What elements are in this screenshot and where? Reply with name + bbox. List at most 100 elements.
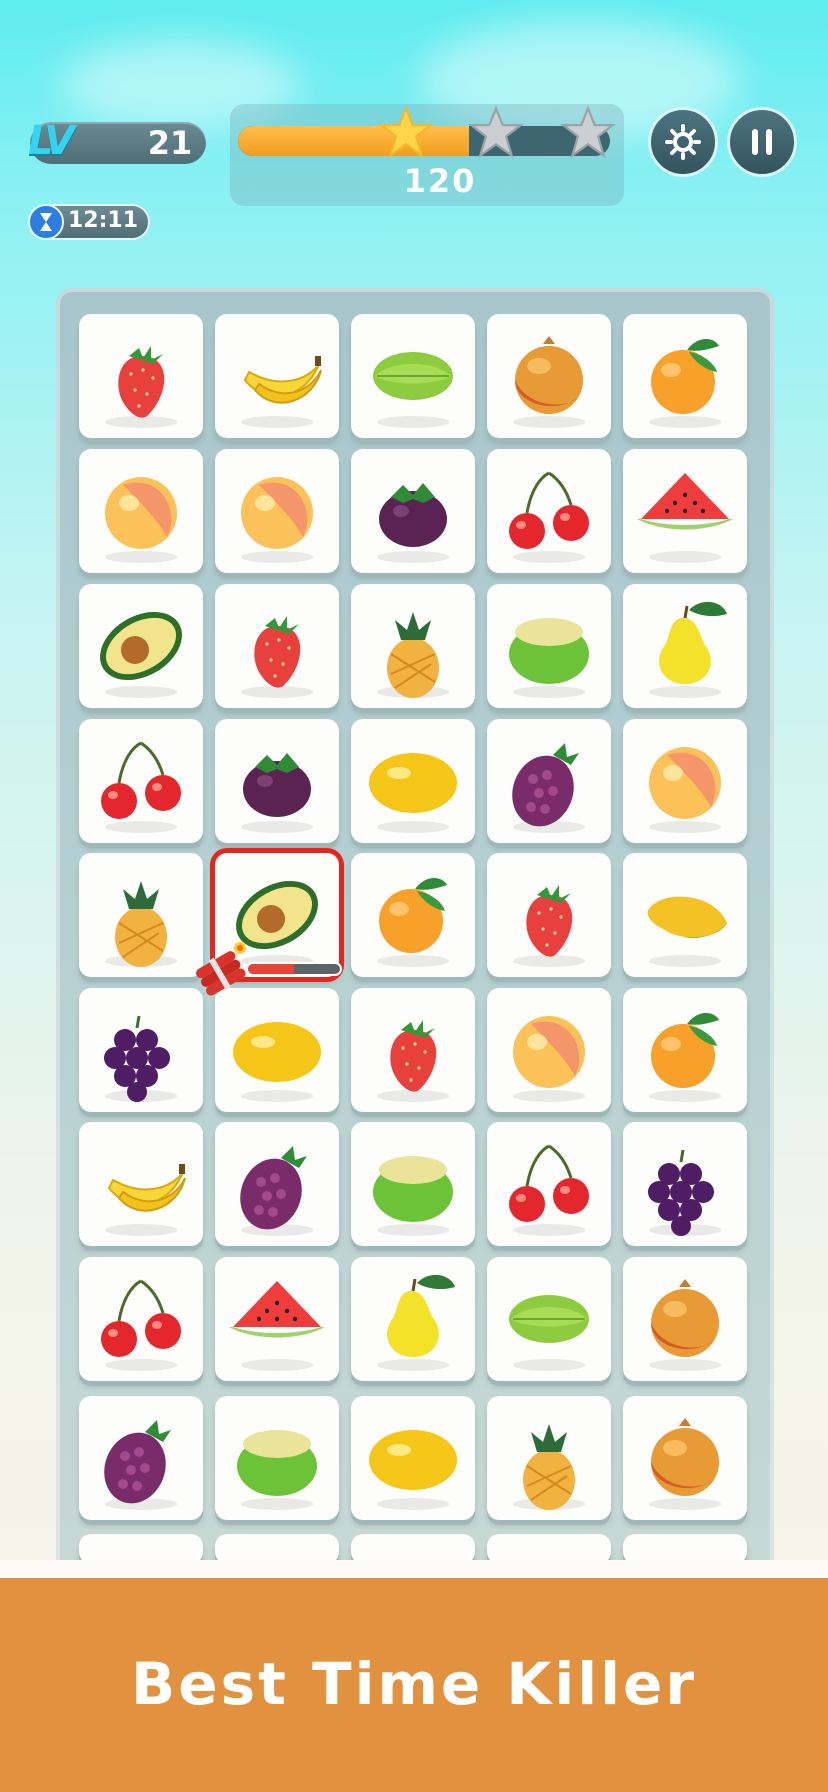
grape-icon (648, 1149, 721, 1236)
watermelon-icon (229, 1281, 325, 1371)
tile-mangosteen[interactable] (351, 449, 475, 573)
star-icon-silver (560, 105, 616, 159)
blackberry-icon (240, 1146, 313, 1236)
bomb-fuse-bar (246, 962, 342, 976)
pineapple-icon (513, 1424, 585, 1510)
grape-icon (104, 1015, 177, 1102)
cherry-icon (509, 471, 589, 563)
lemon-icon (369, 1430, 457, 1510)
starfruit-icon (509, 1295, 589, 1371)
tile-watermelon[interactable] (623, 449, 747, 573)
pause-button[interactable] (727, 107, 797, 177)
pause-icon (752, 129, 772, 155)
pomegranate-icon (649, 1279, 721, 1371)
avocado-icon (100, 611, 182, 698)
guava-icon (237, 1430, 317, 1510)
tile-pear[interactable] (623, 584, 747, 708)
lemon-icon (233, 1022, 321, 1102)
guava-icon (509, 618, 589, 698)
banana-icon (105, 1164, 186, 1236)
tile-guava[interactable] (351, 1122, 475, 1246)
star-icon-gold (378, 105, 434, 159)
tile-starfruit[interactable] (351, 314, 475, 438)
orange-icon (377, 878, 449, 967)
tile-pineapple[interactable] (351, 584, 475, 708)
level-prefix: LV (28, 118, 75, 164)
tile-blackberry[interactable] (487, 719, 611, 843)
tile-avocado[interactable] (79, 584, 203, 708)
tile-peach[interactable] (623, 719, 747, 843)
tile-orange[interactable] (351, 853, 475, 977)
banner-divider (0, 1560, 828, 1578)
tile-cherry[interactable] (487, 449, 611, 573)
tile-pineapple[interactable] (79, 853, 203, 977)
tile-starfruit[interactable] (487, 1257, 611, 1381)
mangosteen-icon (241, 753, 313, 833)
strawberry-icon (241, 616, 313, 698)
strawberry-icon (105, 346, 177, 428)
tile-pomegranate[interactable] (487, 314, 611, 438)
orange-icon (649, 339, 721, 428)
tile-guava[interactable] (487, 584, 611, 708)
bomb-fuse-fill (248, 964, 294, 974)
tile-watermelon[interactable] (215, 1257, 339, 1381)
tile-cherry[interactable] (79, 1257, 203, 1381)
tile-mango[interactable] (623, 853, 747, 977)
timer-value: 12:11 (68, 208, 139, 233)
tile-lemon[interactable] (215, 988, 339, 1112)
watermelon-icon (637, 473, 733, 563)
tile-blackberry[interactable] (79, 1396, 203, 1520)
orange-icon (649, 1013, 721, 1102)
tile-banana[interactable] (215, 314, 339, 438)
tile-guava[interactable] (215, 1396, 339, 1520)
pomegranate-icon (649, 1418, 721, 1510)
tile-peach[interactable] (487, 988, 611, 1112)
tile-strawberry[interactable] (487, 853, 611, 977)
progress-fill (238, 126, 469, 156)
pear-icon (649, 601, 727, 698)
tile-lemon[interactable] (351, 719, 475, 843)
dynamite-bomb-icon (196, 942, 246, 996)
strawberry-icon (513, 885, 585, 967)
mango-icon (647, 896, 727, 967)
level-number: 21 (147, 124, 193, 162)
tile-mangosteen[interactable] (215, 719, 339, 843)
settings-button[interactable] (648, 107, 718, 177)
tile-strawberry[interactable] (79, 314, 203, 438)
tile-pomegranate[interactable] (623, 1257, 747, 1381)
tile-strawberry[interactable] (215, 584, 339, 708)
star-icon-silver (468, 105, 524, 159)
tile-peach[interactable] (215, 449, 339, 573)
tile-banana[interactable] (79, 1122, 203, 1246)
pomegranate-icon (513, 336, 585, 428)
tile-pineapple[interactable] (487, 1396, 611, 1520)
banana-icon (241, 356, 322, 428)
tile-blackberry[interactable] (215, 1122, 339, 1246)
tile-lemon[interactable] (351, 1396, 475, 1520)
guava-icon (373, 1156, 453, 1236)
cherry-icon (101, 741, 181, 833)
tile-strawberry[interactable] (351, 988, 475, 1112)
tile-cherry[interactable] (487, 1122, 611, 1246)
tile-peach[interactable] (79, 449, 203, 573)
tile-pomegranate[interactable] (623, 1396, 747, 1520)
tile-pear[interactable] (351, 1257, 475, 1381)
score-value: 120 (403, 162, 477, 200)
peach-icon (241, 477, 313, 563)
blackberry-icon (512, 743, 585, 833)
tile-orange[interactable] (623, 314, 747, 438)
pineapple-icon (377, 612, 449, 698)
peach-icon (105, 477, 177, 563)
tile-orange[interactable] (623, 988, 747, 1112)
strawberry-icon (377, 1020, 449, 1102)
cherry-icon (509, 1144, 589, 1236)
mangosteen-icon (377, 483, 449, 563)
tile-grape[interactable] (623, 1122, 747, 1246)
pineapple-icon (105, 881, 177, 967)
pear-icon (377, 1274, 455, 1371)
blackberry-icon (104, 1420, 177, 1510)
tile-grape[interactable] (79, 988, 203, 1112)
tile-cherry[interactable] (79, 719, 203, 843)
gear-icon (665, 124, 701, 160)
hourglass-icon (28, 204, 64, 240)
